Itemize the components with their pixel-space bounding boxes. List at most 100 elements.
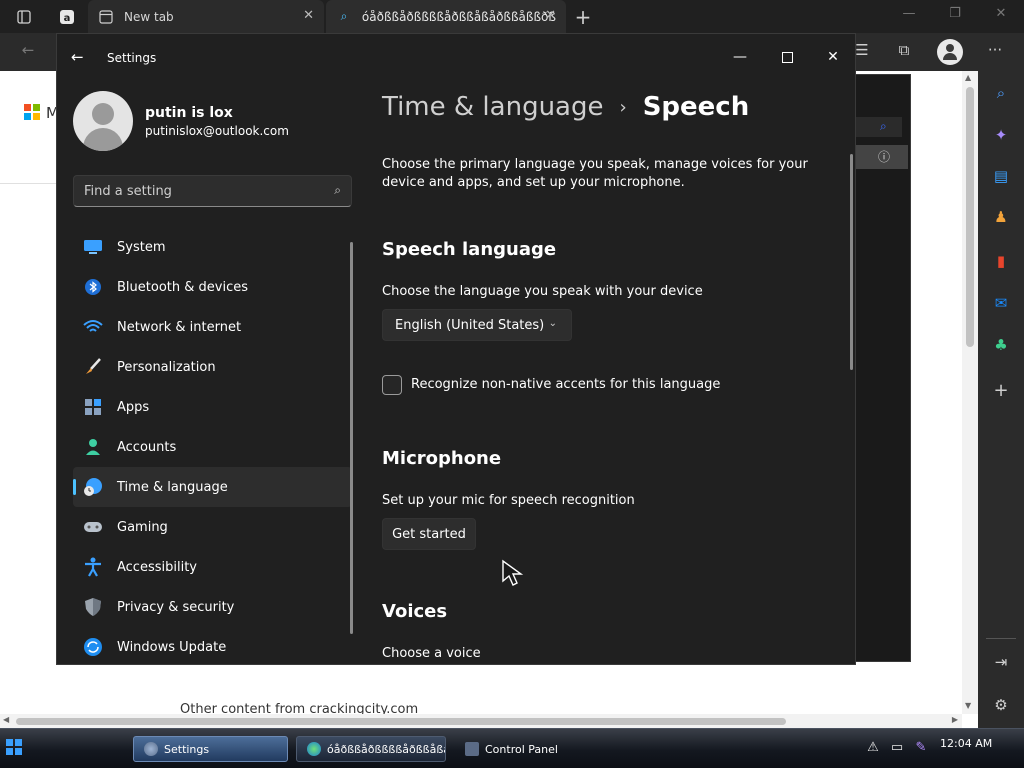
profile-avatar[interactable]	[937, 39, 963, 65]
gear-icon	[144, 742, 158, 756]
sidebar-item-windows-update[interactable]: Windows Update	[73, 627, 352, 664]
scroll-right-icon[interactable]: ▶	[952, 715, 958, 724]
tools-icon[interactable]: ♟	[990, 206, 1012, 228]
tab-actions-icon[interactable]	[11, 4, 37, 30]
shield-icon	[83, 597, 103, 617]
scroll-up-icon[interactable]: ▲	[965, 73, 971, 82]
windows-start-icon[interactable]	[6, 739, 22, 755]
outlook-icon[interactable]: ✉	[990, 292, 1012, 314]
nav-label: Apps	[117, 399, 150, 415]
search-icon[interactable]: ⌕	[990, 82, 1012, 104]
chevron-down-icon: ⌄	[548, 318, 557, 329]
content-scrollbar[interactable]	[850, 154, 853, 370]
search-input[interactable]	[84, 183, 314, 199]
breadcrumb: Time & language › Speech	[382, 92, 749, 122]
apps-icon	[83, 397, 103, 417]
close-tab-icon[interactable]: ✕	[303, 8, 314, 23]
sidebar-item-personalization[interactable]: Personalization	[73, 347, 352, 387]
speech-language-subtitle: Choose the language you speak with your …	[382, 284, 703, 299]
scroll-thumb[interactable]	[16, 718, 786, 725]
action-center-icon[interactable]: ⚠	[864, 740, 882, 758]
breadcrumb-parent[interactable]: Time & language	[382, 92, 603, 122]
settings-window: ← Settings — ✕ putin is lox putinislox@o…	[56, 33, 856, 665]
browser-tab-new-tab[interactable]: New tab ✕	[88, 0, 324, 33]
nav-label: Bluetooth & devices	[117, 279, 248, 295]
nav-label: Windows Update	[117, 639, 227, 655]
tab-title: óåðßßåðßßßßåðßßåßåðßßåßßðßßåßßå	[361, 9, 556, 24]
office-icon[interactable]: ▮	[990, 250, 1012, 272]
sidebar-item-privacy[interactable]: Privacy & security	[73, 587, 352, 627]
non-native-accents-checkbox[interactable]	[382, 375, 402, 395]
close-tab-icon[interactable]: ✕	[545, 8, 556, 23]
sidebar-item-time-language[interactable]: Time & language	[73, 467, 352, 507]
gamepad-icon	[83, 517, 103, 537]
close-icon[interactable]: ✕	[989, 6, 1013, 21]
new-tab-plus-icon[interactable]: +	[570, 4, 596, 30]
sidebar-item-system[interactable]: System	[73, 227, 352, 267]
page-vertical-scrollbar[interactable]: ▲ ▼	[962, 71, 978, 714]
scroll-down-icon[interactable]: ▼	[965, 701, 971, 710]
sidebar-item-network[interactable]: Network & internet	[73, 307, 352, 347]
speech-language-dropdown[interactable]: English (United States) ⌄	[382, 309, 572, 341]
tab-title: New tab	[124, 9, 174, 24]
network-icon[interactable]: ▭	[888, 740, 906, 758]
pen-icon[interactable]: ✎	[912, 740, 930, 758]
search-icon: ⌕	[340, 9, 348, 23]
nav-label: Network & internet	[117, 319, 242, 335]
close-icon[interactable]: ✕	[818, 42, 848, 72]
pinned-tab-icon[interactable]: a	[54, 4, 80, 30]
browser-tab-search[interactable]: ⌕ óåðßßåðßßßßåðßßåßåðßßåßßðßßåßßå ✕	[326, 0, 566, 33]
brush-icon	[83, 357, 103, 377]
edge-browser-icon	[307, 742, 321, 756]
gear-icon[interactable]: ⚙	[990, 694, 1012, 716]
microsoft-logo-icon	[24, 104, 40, 120]
search-icon[interactable]: ⌕	[334, 183, 341, 198]
avatar[interactable]	[73, 91, 133, 151]
back-arrow-icon[interactable]: ←	[71, 48, 84, 66]
sidebar-item-apps[interactable]: Apps	[73, 387, 352, 427]
taskbar-item-label: Control Panel	[485, 742, 558, 756]
minimize-icon[interactable]: —	[725, 42, 755, 72]
minimize-icon[interactable]: —	[897, 6, 921, 21]
section-heading-voices: Voices	[382, 601, 448, 622]
copilot-icon[interactable]: ✦	[990, 124, 1012, 146]
page-description: Choose the primary language you speak, m…	[382, 157, 808, 190]
collections-icon[interactable]: ⧉	[892, 41, 916, 63]
wifi-icon	[83, 317, 103, 337]
sidebar-item-accounts[interactable]: Accounts	[73, 427, 352, 467]
shopping-icon[interactable]: ▤	[990, 165, 1012, 187]
hide-sidebar-icon[interactable]: ⇥	[990, 651, 1012, 673]
nav-scrollbar[interactable]	[350, 242, 353, 634]
scroll-thumb[interactable]	[966, 87, 974, 347]
nav-label: Time & language	[117, 479, 228, 495]
section-heading-microphone: Microphone	[382, 448, 502, 469]
taskbar: Settings óåðßßåðßßßßåðßßåßå... Control P…	[0, 728, 1024, 768]
taskbar-item-control-panel[interactable]: Control Panel	[455, 736, 605, 762]
nav-label: Accessibility	[117, 559, 197, 575]
add-icon[interactable]: +	[990, 379, 1012, 401]
get-started-button[interactable]: Get started	[382, 518, 476, 550]
restore-icon[interactable]: ❐	[943, 6, 967, 21]
nav-label: Privacy & security	[117, 599, 235, 615]
scroll-left-icon[interactable]: ◀	[3, 715, 9, 724]
bluetooth-icon	[83, 277, 103, 297]
games-tree-icon[interactable]: ♣	[990, 334, 1012, 356]
taskbar-item-edge[interactable]: óåðßßåðßßßßåðßßåßå...	[296, 736, 446, 762]
clock[interactable]: 12:04 AM	[940, 737, 992, 750]
sidebar-item-bluetooth[interactable]: Bluetooth & devices	[73, 267, 352, 307]
maximize-icon[interactable]	[772, 42, 802, 72]
taskbar-item-settings[interactable]: Settings	[133, 736, 288, 762]
divider	[986, 638, 1016, 639]
more-options-icon[interactable]: ···	[983, 41, 1007, 63]
page-dark-panel: ⌕ ⓘ	[855, 74, 911, 662]
globe-clock-icon	[83, 477, 103, 497]
find-setting-search[interactable]: ⌕	[73, 175, 352, 207]
sidebar-item-accessibility[interactable]: Accessibility	[73, 547, 352, 587]
panel-bar: ⌕	[856, 117, 902, 137]
sidebar-item-gaming[interactable]: Gaming	[73, 507, 352, 547]
back-arrow-icon[interactable]: ←	[16, 41, 40, 63]
user-name: putin is lox	[145, 105, 233, 121]
page-horizontal-scrollbar[interactable]: ◀ ▶	[0, 714, 962, 728]
settings-titlebar: ← Settings — ✕	[57, 34, 855, 82]
mouse-cursor-icon	[502, 559, 524, 586]
